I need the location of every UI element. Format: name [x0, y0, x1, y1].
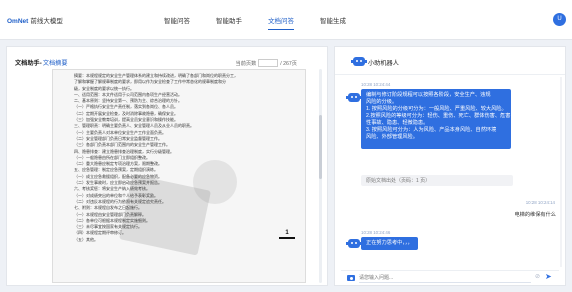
pager-label: 当前页数 — [235, 60, 257, 67]
bot-message-line: 风险的分级。 — [366, 99, 398, 105]
nav-item-qa[interactable]: 智能问答 — [164, 15, 190, 25]
page-number-underline — [279, 237, 295, 239]
brand-logo[interactable]: OmNet 前线大模型 — [7, 15, 63, 25]
document-page: 摘要：本规程规定的安全生产管理体系的建立和持续改进，明确了各部门和岗位的职责分工… — [52, 69, 306, 283]
bot-message-bubble: 编制与修订阶段规程可以按照各阶段，安全生产、违规 风险的分级。 1. 按照风险的… — [361, 89, 511, 149]
nav-item-assistant[interactable]: 智能助手 — [216, 15, 242, 25]
pager-total: / 267页 — [280, 60, 297, 67]
page-number-value: 1 — [285, 230, 289, 236]
source-reference-link[interactable]: 原始文档出处（页码：1 页） — [361, 175, 513, 186]
robot-icon — [351, 57, 367, 66]
brand-name-en: OmNet — [7, 18, 29, 25]
send-icon[interactable]: ➤ — [545, 272, 552, 281]
bot-message-line: 性事故、隐患、轻微隐患。 — [366, 120, 429, 126]
bot-message-bubble: 正在努力思考中，，， — [361, 237, 418, 250]
nav-item-doc-qa[interactable]: 文档问答 — [268, 15, 294, 30]
bot-message-line: 正在努力思考中，，， — [366, 240, 413, 246]
chat-title: 小助机器人 — [368, 60, 399, 67]
nav-item-generate[interactable]: 智能生成 — [320, 15, 346, 25]
document-header: 文档助手-文档摘要 — [15, 58, 68, 67]
message-timestamp: 10:28 10:24:14 — [525, 200, 555, 205]
document-panel-title: 文档助手- — [15, 60, 42, 67]
bot-avatar-icon — [346, 239, 362, 248]
page-number-input[interactable] — [258, 59, 279, 67]
user-avatar[interactable]: U — [553, 13, 566, 26]
document-panel: 文档助手-文档摘要 当前页数 / 267页 摘要：本规程规定的安全生产管理体系的… — [6, 46, 328, 286]
user-message: 电梯的维保有什么 — [514, 212, 556, 218]
document-scrollbar-thumb[interactable] — [319, 115, 322, 179]
bot-message-line: 3. 按照风险可分为：人为风险、产品本身风险、自然环境 — [366, 127, 497, 133]
camera-icon[interactable] — [347, 275, 355, 281]
bot-message-line: 编制与修订阶段规程可以按照各阶段，安全生产、违规 — [366, 92, 491, 98]
message-timestamp: 10:28 10:24:46 — [361, 230, 391, 235]
bot-message-line: 1. 按照风险的分级可分为：一般风险、严重风险、较大风险。 — [366, 106, 507, 112]
document-name-link[interactable]: 文档摘要 — [43, 60, 68, 67]
chat-input[interactable] — [359, 273, 531, 283]
bot-avatar-icon — [346, 93, 362, 102]
document-line: （五）其他。 — [74, 236, 98, 242]
attachment-icon[interactable]: ⊘ — [535, 273, 540, 280]
bot-message-line: 2.按照风险的等级可分为：轻伤、重伤、死亡、群体伤害、危害 — [366, 113, 511, 119]
main-nav: 智能问答 智能助手 文档问答 智能生成 — [164, 15, 346, 30]
page-number-mark: 1 — [279, 230, 295, 239]
brand-name-cn: 前线大模型 — [30, 18, 63, 25]
chat-input-bar: ⊘ ➤ — [341, 270, 559, 283]
top-bar: OmNet 前线大模型 智能问答 智能助手 文档问答 智能生成 U — [0, 0, 572, 40]
chat-panel: 小助机器人 10:28 10:24:44 编制与修订阶段规程可以按照各阶段，安全… — [334, 46, 566, 286]
page-navigator: 当前页数 / 267页 — [235, 59, 297, 67]
message-timestamp: 10:28 10:24:44 — [361, 82, 391, 87]
chat-scrollbar[interactable] — [560, 77, 562, 267]
document-text: 摘要：本规程规定的安全生产管理体系的建立和持续改进，明确了各部门和岗位的职责分工… — [66, 73, 298, 243]
bot-message-line: 风险、外部管理风险。 — [366, 134, 418, 140]
chat-header: 小助机器人 — [335, 47, 565, 75]
document-scrollbar[interactable] — [319, 69, 322, 283]
